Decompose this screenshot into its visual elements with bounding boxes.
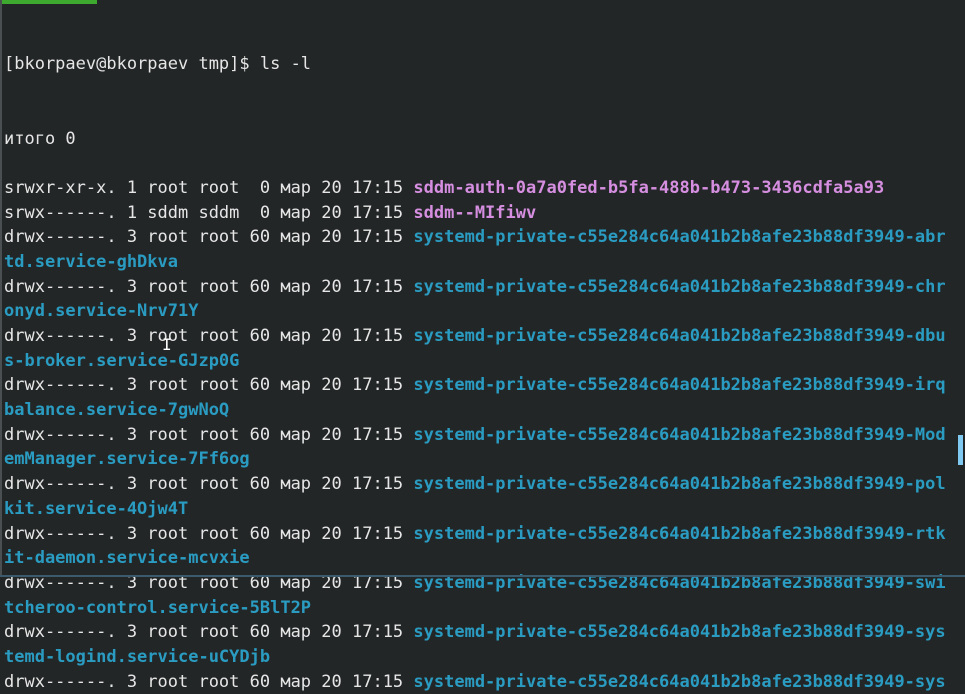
file-name: systemd-private-c55e284c64a041b2b8afe23b… — [413, 227, 946, 248]
file-metadata: drwx------. 3 root root 60 мар 20 17:15 — [4, 375, 414, 396]
file-name: sddm--MIfiwv — [413, 202, 537, 223]
file-metadata: srwxr-xr-x. 1 root root 0 мар 20 17:15 — [4, 177, 414, 198]
listing-row: drwx------. 3 root root 60 мар 20 17:15 … — [4, 522, 946, 547]
file-name-continuation: emManager.service-7Ff6og — [4, 449, 250, 470]
file-metadata: drwx------. 3 root root 60 мар 20 17:15 — [4, 227, 414, 248]
window-left-border — [0, 0, 2, 577]
file-name-continuation: temd-logind.service-uCYDjb — [4, 646, 271, 667]
file-metadata: drwx------. 3 root root 60 мар 20 17:15 — [4, 671, 414, 692]
listing-row: srwx------. 1 sddm sddm 0 мар 20 17:15 s… — [4, 201, 946, 226]
listing-row: drwx------. 3 root root 60 мар 20 17:15 … — [4, 225, 946, 250]
listing-row: drwx------. 3 root root 60 мар 20 17:15 … — [4, 423, 946, 448]
file-name-continuation: balance.service-7gwNoQ — [4, 400, 230, 421]
scrollbar-handle[interactable] — [958, 435, 963, 465]
file-metadata: drwx------. 3 root root 60 мар 20 17:15 — [4, 424, 414, 445]
listing-row: drwx------. 3 root root 60 мар 20 17:15 … — [4, 373, 946, 398]
file-name-continuation: onyd.service-Nrv71Y — [4, 301, 199, 322]
file-name: systemd-private-c55e284c64a041b2b8afe23b… — [413, 622, 946, 643]
file-name: systemd-private-c55e284c64a041b2b8afe23b… — [413, 326, 946, 347]
file-name-continuation: it-daemon.service-mcvxie — [4, 548, 250, 569]
prompt-line: [bkorpaev@bkorpaev tmp]$ ls -l — [4, 54, 312, 75]
file-metadata: drwx------. 3 root root 60 мар 20 17:15 — [4, 622, 414, 643]
file-name: systemd-private-c55e284c64a041b2b8afe23b… — [413, 671, 946, 692]
text-cursor-icon: I — [162, 335, 172, 354]
file-name: systemd-private-c55e284c64a041b2b8afe23b… — [413, 424, 946, 445]
file-name: systemd-private-c55e284c64a041b2b8afe23b… — [413, 474, 946, 495]
total-line: итого 0 — [4, 128, 76, 149]
file-name-continuation: td.service-ghDkva — [4, 251, 178, 272]
file-name: systemd-private-c55e284c64a041b2b8afe23b… — [413, 375, 946, 396]
file-name-continuation: s-broker.service-GJzp0G — [4, 350, 240, 371]
file-metadata: drwx------. 3 root root 60 мар 20 17:15 — [4, 276, 414, 297]
file-name-continuation: kit.service-4Ojw4T — [4, 498, 189, 519]
listing-row: drwx------. 3 root root 60 мар 20 17:15 … — [4, 472, 946, 497]
file-name: systemd-private-c55e284c64a041b2b8afe23b… — [413, 276, 946, 297]
file-name-continuation: tcheroo-control.service-5BlT2P — [4, 597, 312, 618]
file-metadata: drwx------. 3 root root 60 мар 20 17:15 — [4, 523, 414, 544]
listing-row: drwx------. 3 root root 60 мар 20 17:15 … — [4, 670, 946, 694]
file-name: sddm-auth-0a7a0fed-b5fa-488b-b473-3436cd… — [413, 177, 885, 198]
listing-row: drwx------. 3 root root 60 мар 20 17:15 … — [4, 275, 946, 300]
file-metadata: drwx------. 3 root root 60 мар 20 17:15 — [4, 326, 414, 347]
file-metadata: srwx------. 1 sddm sddm 0 мар 20 17:15 — [4, 202, 414, 223]
listing-row: drwx------. 3 root root 60 мар 20 17:15 … — [4, 324, 946, 349]
listing-row: srwxr-xr-x. 1 root root 0 мар 20 17:15 s… — [4, 176, 946, 201]
file-metadata: drwx------. 3 root root 60 мар 20 17:15 — [4, 474, 414, 495]
file-name: systemd-private-c55e284c64a041b2b8afe23b… — [413, 523, 946, 544]
terminal-output[interactable]: [bkorpaev@bkorpaev tmp]$ ls -l итого 0 s… — [4, 3, 946, 694]
listing-row: drwx------. 3 root root 60 мар 20 17:15 … — [4, 620, 946, 645]
